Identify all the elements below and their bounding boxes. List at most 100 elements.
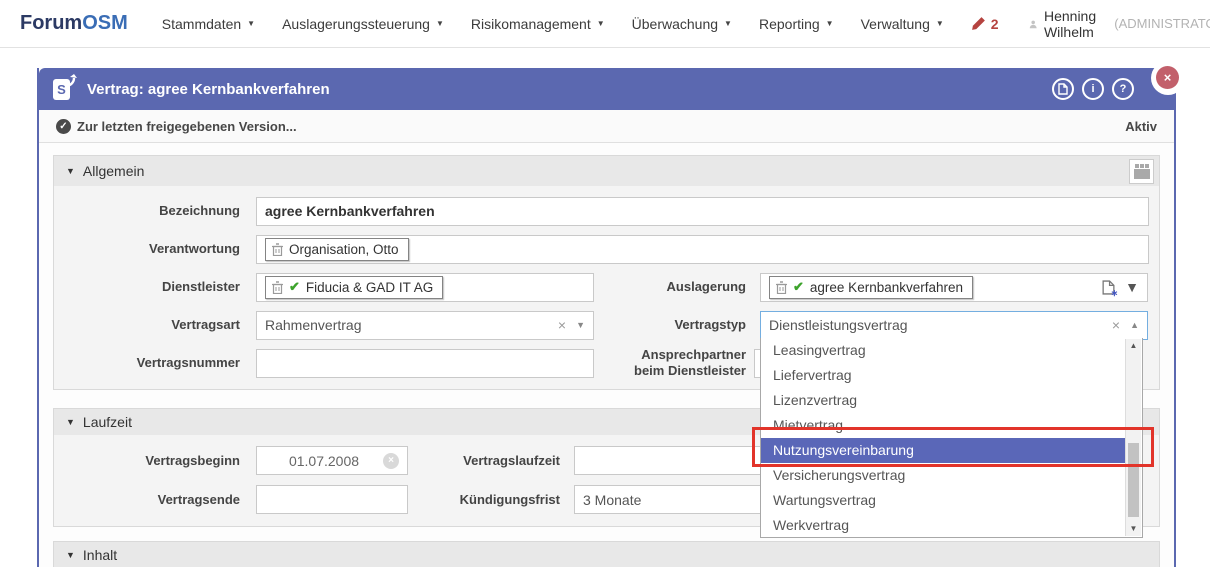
menu-verwaltung[interactable]: Verwaltung ▼ <box>861 16 944 32</box>
dialog-titlebar: S Vertrag: agree Kernbankverfahren i <box>39 68 1174 110</box>
info-button[interactable]: i <box>1082 78 1104 100</box>
chevron-down-icon: ▼ <box>597 19 605 28</box>
bezeichnung-value: agree Kernbankverfahren <box>265 203 435 219</box>
scroll-down-icon[interactable]: ▼ <box>1126 522 1141 536</box>
titlebar-actions: i ? <box>1052 78 1134 100</box>
chip-label: Organisation, Otto <box>289 242 399 257</box>
edit-count-badge: 2 <box>991 16 999 32</box>
user-name: Henning Wilhelm <box>1044 8 1107 40</box>
section-title: Allgemein <box>83 163 144 179</box>
close-button[interactable]: × <box>1156 66 1179 89</box>
auslagerung-field[interactable]: ✔ agree Kernbankverfahren ∗ <box>760 273 1148 302</box>
menu-label: Stammdaten <box>162 16 241 32</box>
pending-edits-indicator[interactable]: 2 <box>971 16 999 32</box>
verantwortung-field[interactable]: Organisation, Otto <box>256 235 1149 264</box>
section-inhalt: ▼ Inhalt <box>53 541 1160 567</box>
vertragsnummer-label: Vertragsnummer <box>64 355 240 371</box>
menu-risikomanagement[interactable]: Risikomanagement ▼ <box>471 16 605 32</box>
kuendigungsfrist-field[interactable]: 3 Monate <box>574 485 764 514</box>
help-button[interactable]: ? <box>1112 78 1134 100</box>
pdf-export-button[interactable] <box>1052 78 1074 100</box>
collapse-caret-icon: ▼ <box>66 166 75 176</box>
vertragslaufzeit-label: Vertragslaufzeit <box>420 453 560 469</box>
chevron-down-icon: ▼ <box>247 19 255 28</box>
vertragsart-combobox[interactable]: Rahmenvertrag × ▼ <box>256 311 594 340</box>
clear-icon[interactable]: × <box>558 317 566 333</box>
chevron-down-icon: ▼ <box>724 19 732 28</box>
pencil-icon <box>971 16 986 31</box>
brand-logo[interactable]: ForumOSM <box>20 12 128 35</box>
user-role: (ADMINISTRATOR) <box>1114 16 1210 31</box>
dropdown-option-werkvertrag[interactable]: Werkvertrag <box>761 513 1125 538</box>
chevron-down-icon[interactable]: ▼ <box>1125 279 1139 295</box>
vertragstyp-value: Dienstleistungsvertrag <box>769 317 1112 333</box>
chevron-down-icon: ▼ <box>826 19 834 28</box>
dropdown-option-mietvertrag[interactable]: Mietvertrag <box>761 413 1125 438</box>
section-header-allgemein[interactable]: ▼ Allgemein <box>54 156 1159 186</box>
top-navbar: ForumOSM Stammdaten ▼ Auslagerungssteuer… <box>0 0 1210 48</box>
section-title: Laufzeit <box>83 414 132 430</box>
verantwortung-label: Verantwortung <box>64 241 240 257</box>
section-header-inhalt[interactable]: ▼ Inhalt <box>54 542 1159 567</box>
trash-icon[interactable] <box>272 243 283 256</box>
clear-date-icon[interactable]: × <box>383 453 399 469</box>
menu-label: Auslagerungssteuerung <box>282 16 430 32</box>
chip-label: Fiducia & GAD IT AG <box>306 280 433 295</box>
menu-reporting[interactable]: Reporting ▼ <box>759 16 834 32</box>
chevron-down-icon: ▼ <box>936 19 944 28</box>
ansprechpartner-label: Ansprechpartner beim Dienstleister <box>606 347 746 378</box>
section-title: Inhalt <box>83 547 117 563</box>
table-view-button[interactable] <box>1129 159 1154 184</box>
dropdown-option-versicherungsvertrag[interactable]: Versicherungsvertrag <box>761 463 1125 488</box>
vertragstyp-combobox[interactable]: Dienstleistungsvertrag × ▲ <box>760 311 1148 340</box>
info-icon: i <box>1091 83 1094 95</box>
row-bezeichnung: Bezeichnung agree Kernbankverfahren <box>64 192 1149 230</box>
brand-part2: OSM <box>82 12 128 34</box>
verified-check-icon: ✔ <box>793 279 804 295</box>
scroll-up-icon[interactable]: ▲ <box>1126 339 1141 353</box>
trash-icon[interactable] <box>272 281 283 294</box>
dienstleister-chip[interactable]: ✔ Fiducia & GAD IT AG <box>265 276 443 299</box>
chevron-down-icon: ▼ <box>436 19 444 28</box>
trash-icon[interactable] <box>776 281 787 294</box>
last-released-version-link[interactable]: ✓ Zur letzten freigegebenen Version... <box>56 119 297 134</box>
dropdown-option-wartungsvertrag[interactable]: Wartungsvertrag <box>761 488 1125 513</box>
dropdown-option-leasingvertrag[interactable]: Leasingvertrag <box>761 338 1125 363</box>
clear-icon[interactable]: × <box>1112 317 1120 333</box>
bezeichnung-input[interactable]: agree Kernbankverfahren <box>256 197 1149 226</box>
menu-stammdaten[interactable]: Stammdaten ▼ <box>162 16 255 32</box>
pdf-icon <box>1058 83 1068 95</box>
vertragsende-label: Vertragsende <box>64 492 240 508</box>
new-document-icon[interactable]: ∗ <box>1102 280 1115 295</box>
chevron-down-icon[interactable]: ▼ <box>576 320 585 330</box>
dienstleister-label: Dienstleister <box>64 279 240 295</box>
application-window: ForumOSM Stammdaten ▼ Auslagerungssteuer… <box>0 0 1210 567</box>
vertragsende-input[interactable] <box>256 485 408 514</box>
dropdown-option-nutzungsvereinbarung[interactable]: Nutzungsvereinbarung <box>761 438 1125 463</box>
vertragsart-label: Vertragsart <box>64 317 240 333</box>
chevron-up-icon[interactable]: ▲ <box>1130 320 1139 330</box>
kuendigungsfrist-label: Kündigungsfrist <box>420 492 560 508</box>
collapse-caret-icon: ▼ <box>66 550 75 560</box>
vertragsbeginn-datefield[interactable]: 01.07.2008 × <box>256 446 408 475</box>
vertragsnummer-input[interactable] <box>256 349 594 378</box>
verantwortung-chip[interactable]: Organisation, Otto <box>265 238 409 261</box>
dialog-title: Vertrag: agree Kernbankverfahren <box>87 81 330 98</box>
navbar-right: 2 Henning Wilhelm (ADMINISTRATOR) ▼ <box>971 8 1210 40</box>
dropdown-option-lizenzvertrag[interactable]: Lizenzvertrag <box>761 388 1125 413</box>
user-menu[interactable]: Henning Wilhelm (ADMINISTRATOR) ▼ <box>1029 8 1210 40</box>
auslagerung-chip[interactable]: ✔ agree Kernbankverfahren <box>769 276 973 299</box>
menu-auslagerungssteuerung[interactable]: Auslagerungssteuerung ▼ <box>282 16 444 32</box>
bezeichnung-label: Bezeichnung <box>64 203 240 219</box>
vertragsbeginn-label: Vertragsbeginn <box>64 453 240 469</box>
vertragslaufzeit-input[interactable] <box>574 446 764 475</box>
menu-ueberwachung[interactable]: Überwachung ▼ <box>632 16 732 32</box>
dropdown-option-liefervertrag[interactable]: Liefervertrag <box>761 363 1125 388</box>
scrollbar-thumb[interactable] <box>1128 443 1139 517</box>
vertragsart-value: Rahmenvertrag <box>265 317 558 333</box>
kuendigungsfrist-value: 3 Monate <box>583 492 641 508</box>
contract-icon: S <box>53 76 75 102</box>
dropdown-scrollbar[interactable]: ▲ ▼ <box>1125 339 1141 536</box>
verified-check-icon: ✔ <box>289 279 300 295</box>
dienstleister-field[interactable]: ✔ Fiducia & GAD IT AG <box>256 273 594 302</box>
